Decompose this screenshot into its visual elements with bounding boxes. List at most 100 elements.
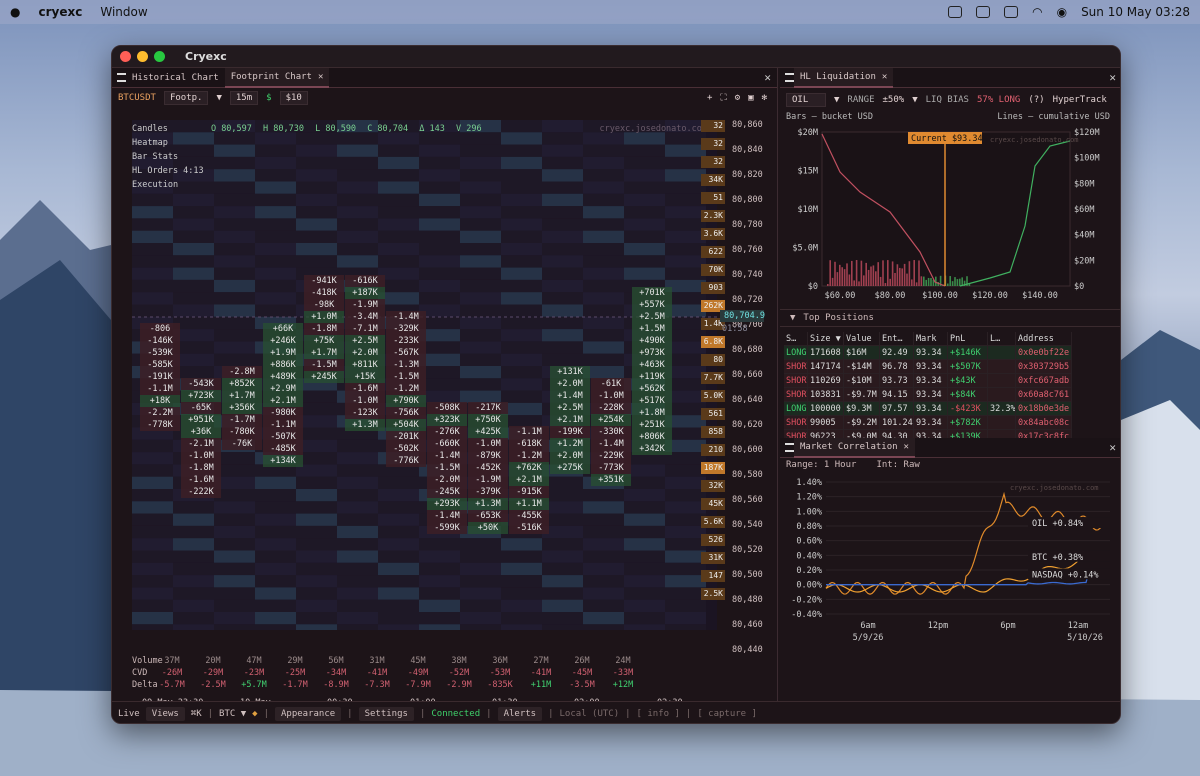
btc-selector[interactable]: BTC ▼ <box>219 709 246 719</box>
tab-historical-chart[interactable]: Historical Chart <box>126 68 225 88</box>
appearance-button[interactable]: Appearance <box>274 706 342 721</box>
liquidation-chart[interactable]: $20M$15M$10M$5.0M$0$120M$100M$80M$60M$40… <box>780 126 1121 306</box>
close-panel-icon[interactable]: ✕ <box>764 71 771 84</box>
symbol-label[interactable]: BTCUSDT <box>118 93 156 103</box>
capture-link[interactable]: [ capture ] <box>697 709 757 719</box>
bias-value: 57% LONG <box>976 95 1021 105</box>
control-center-icon[interactable]: ◉ <box>1057 5 1067 19</box>
menubar-datetime[interactable]: Sun 10 May 03:28 <box>1081 5 1190 19</box>
table-row[interactable]: LONG 100000 $9.3M 97.57 93.34 -$423K 32.3% 0x18… <box>784 402 1072 416</box>
title-bar: Cryexc <box>112 46 1120 68</box>
minimize-window-button[interactable] <box>137 51 148 62</box>
heat-cell <box>214 304 255 317</box>
close-tab-icon[interactable]: ✕ <box>904 442 909 452</box>
table-row[interactable]: SHORT103831-$9.7M94.1593.34+$84K 0x60a8c7… <box>784 388 1072 402</box>
overlay-item-candles[interactable]: Candles O 80,597 H 80,730 L 80,590 C 80,… <box>132 122 482 136</box>
apple-icon[interactable]: ● <box>10 5 20 19</box>
table-row[interactable]: SHORT110269-$10M93.7393.34+$43K 0xfc667ad… <box>784 374 1072 388</box>
column-header[interactable]: Mark <box>914 332 948 345</box>
cmdk-shortcut[interactable]: ⌘K <box>191 709 202 719</box>
table-header-row: S… Size ▼ Value Ent… Mark PnL L… Address <box>784 332 1072 346</box>
table-cell: +$43K <box>948 374 988 387</box>
close-tab-icon[interactable]: ✕ <box>882 72 887 82</box>
heat-cell <box>132 538 173 551</box>
heat-cell <box>501 230 542 243</box>
heat-cell <box>501 156 542 170</box>
fullscreen-icon[interactable]: ⛶ <box>720 93 726 103</box>
heat-cell <box>214 218 255 231</box>
column-header[interactable]: Size ▼ <box>808 332 844 345</box>
heat-cell <box>378 538 419 551</box>
overlay-item-execution[interactable]: Execution <box>132 178 482 192</box>
chevron-down-icon[interactable]: ▼ <box>834 95 839 105</box>
battery-icon[interactable] <box>1004 6 1019 18</box>
settings-icon[interactable]: ⚙ <box>735 93 740 103</box>
info-link[interactable]: [ info ] <box>637 709 680 719</box>
panel-menu-icon[interactable] <box>785 73 794 82</box>
column-header[interactable]: Ent… <box>880 332 914 345</box>
footprint-cell: -915K <box>509 486 549 498</box>
corr-interval[interactable]: Int: Raw <box>876 460 919 470</box>
column-header[interactable]: L… <box>988 332 1016 345</box>
panel-menu-icon[interactable] <box>117 73 126 82</box>
asset-select[interactable]: OIL <box>786 93 826 107</box>
wifi-icon[interactable]: ◠ <box>1032 5 1042 19</box>
help-link[interactable]: (?) <box>1028 95 1044 105</box>
crosshair-icon[interactable]: + <box>707 93 712 103</box>
zoom-window-button[interactable] <box>154 51 165 62</box>
panel-menu-icon[interactable] <box>785 443 794 452</box>
collapse-icon[interactable]: ▼ <box>790 313 795 323</box>
heat-cell <box>132 587 173 600</box>
overlay-item-bar-stats[interactable]: Bar Stats <box>132 150 482 164</box>
metric-value: -49M <box>407 668 429 678</box>
corr-range[interactable]: Range: 1 Hour <box>786 460 856 470</box>
volume-profile-bar: 70K <box>701 264 725 276</box>
chevron-down-icon[interactable]: ▼ <box>216 93 221 103</box>
close-panel-icon[interactable]: ✕ <box>1109 71 1116 84</box>
liq-bar <box>901 268 903 286</box>
volume-profile-bar: 187K <box>701 462 725 474</box>
price-tick-label: 80,580 <box>732 470 763 480</box>
footprint-chart-area[interactable]: -806 -146K -539K -585K -191K -1.1M +18K -2.2M -7… <box>132 120 717 630</box>
footprint-cell: -76K <box>222 438 262 450</box>
heat-cell <box>378 489 419 502</box>
interval-select[interactable]: 15m <box>229 91 259 105</box>
menubar-app-name[interactable]: cryexc <box>38 5 82 19</box>
sun-icon[interactable]: ✻ <box>762 93 767 103</box>
size-input[interactable]: $10 <box>279 91 308 105</box>
tab-footprint-chart[interactable]: Footprint Chart ✕ <box>224 67 330 88</box>
ticker-icon[interactable]: ◆ <box>252 709 257 719</box>
correlation-chart[interactable]: 1.40% 1.20% 1.00% 0.80% 0.60% 0.40% 0.20% 0.00%… <box>780 476 1121 676</box>
table-row[interactable]: LONG 171608 $16M 92.49 93.34 +$146K 0x0e0bf22e <box>784 346 1072 360</box>
status-icon-1[interactable] <box>948 6 963 18</box>
camera-icon[interactable]: ▣ <box>748 93 753 103</box>
range-select[interactable]: ±50% <box>883 95 905 105</box>
column-header[interactable]: Address <box>1016 332 1072 345</box>
table-row[interactable]: SHORT99005-$9.2M101.2493.34+$782K 0x84abc… <box>784 416 1072 430</box>
views-button[interactable]: Views <box>145 706 185 721</box>
timezone-label[interactable]: Local (UTC) <box>560 709 620 719</box>
chart-type-select[interactable]: Footp. <box>163 91 209 105</box>
overlay-item-heatmap[interactable]: Heatmap <box>132 136 482 150</box>
positions-header[interactable]: ▼ Top Positions <box>780 309 1120 327</box>
metric-value: 37M <box>164 656 180 666</box>
menubar-window-menu[interactable]: Window <box>100 5 147 19</box>
liq-bar <box>927 277 930 286</box>
close-panel-icon[interactable]: ✕ <box>1109 441 1116 454</box>
close-window-button[interactable] <box>120 51 131 62</box>
liq-bar <box>827 284 829 286</box>
metric-value: -45M <box>571 668 593 678</box>
tab-hl-liquidation[interactable]: HL Liquidation ✕ <box>794 67 894 88</box>
table-row[interactable]: SHORT147174-$14M96.7893.34+$507K 0x303729… <box>784 360 1072 374</box>
column-header[interactable]: S… <box>784 332 808 345</box>
status-icon-2[interactable] <box>976 6 991 18</box>
chevron-down-icon[interactable]: ▼ <box>912 95 917 105</box>
settings-button[interactable]: Settings <box>358 706 414 721</box>
tab-market-correlation[interactable]: Market Correlation ✕ <box>794 437 915 458</box>
column-header[interactable]: PnL <box>948 332 988 345</box>
alerts-button[interactable]: Alerts <box>497 706 543 721</box>
close-tab-icon[interactable]: ✕ <box>318 72 323 82</box>
liq-controls: OIL ▼ RANGE ±50% ▼ LIQ BIAS 57% LONG (?)… <box>780 88 1120 112</box>
column-header[interactable]: Value <box>844 332 880 345</box>
overlay-item-hl-orders[interactable]: HL Orders 4:13 <box>132 164 482 178</box>
